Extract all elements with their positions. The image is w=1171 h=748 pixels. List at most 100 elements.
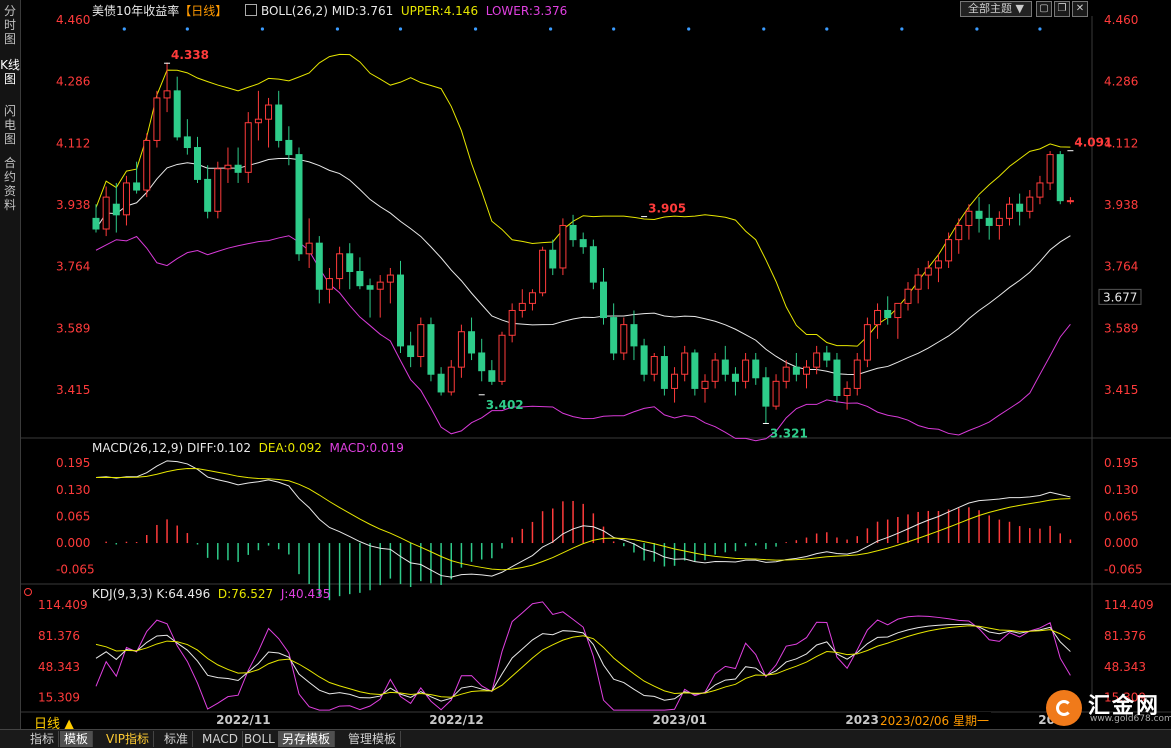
macd-left-tick: 0.195	[56, 456, 90, 470]
candle-body	[742, 359, 750, 382]
kdj-left-tick: 48.343	[38, 660, 80, 674]
candle-body	[133, 182, 141, 191]
extreme-label: 3.905	[648, 202, 686, 216]
candle-body	[762, 377, 770, 407]
x-tick-label: 2022/12	[429, 713, 483, 727]
candle-body	[254, 118, 262, 124]
current-price-label: 3.677	[1103, 290, 1137, 304]
left-tab-bar: 分时图 K线图 闪电图 合约资料	[0, 0, 21, 747]
tab-indicators[interactable]: 指标	[26, 731, 60, 747]
macd-right-tick: -0.065	[1104, 563, 1143, 577]
candle-body	[265, 104, 273, 120]
boll-label: BOLL(26,2)	[260, 4, 328, 18]
theme-select[interactable]: 全部主题 ▼	[960, 1, 1032, 17]
candle-body	[1026, 196, 1034, 212]
candle-body	[386, 274, 394, 283]
candle-body	[539, 249, 547, 294]
event-dot	[900, 27, 904, 31]
left-y-tick-label: 4.286	[56, 75, 90, 89]
tab-macd[interactable]: MACD	[198, 731, 243, 747]
candle-body	[610, 317, 618, 354]
extreme-label: 4.091	[1074, 136, 1112, 150]
candle-body	[711, 359, 719, 382]
macd-right-tick: 0.130	[1104, 483, 1138, 497]
candle-body	[934, 260, 942, 269]
candle-body	[589, 246, 597, 283]
restore-icon[interactable]: ❐	[1054, 1, 1070, 17]
tab-vip-indicators[interactable]: VIP指标	[102, 731, 154, 747]
candle-body	[559, 224, 567, 269]
candle-body	[620, 324, 628, 354]
kdj-settings-icon[interactable]	[24, 588, 32, 596]
right-y-tick-label: 3.938	[1104, 198, 1138, 212]
left-y-tick-label: 4.460	[56, 13, 90, 27]
candle-body	[803, 366, 810, 375]
tab-standard[interactable]: 标准	[160, 731, 194, 747]
candle-body	[924, 267, 932, 276]
kdj-right-tick: 114.409	[1104, 598, 1154, 612]
left-y-tick-label: 4.112	[56, 136, 90, 150]
kdj-right-tick: 81.376	[1104, 629, 1146, 643]
candle-body	[163, 90, 171, 99]
crosshair-date: 2023/02/06 星期一	[878, 712, 991, 729]
event-dot	[185, 27, 189, 31]
macd-left-tick: 0.065	[56, 509, 90, 523]
candle-body	[752, 359, 760, 379]
tab-timeshare[interactable]: 分时图	[0, 4, 20, 46]
candle-body	[417, 324, 425, 358]
candle-body	[914, 274, 922, 290]
right-y-tick-label: 3.764	[1104, 260, 1138, 274]
candle-body	[468, 331, 476, 354]
candle-body	[1036, 182, 1044, 198]
logo-url: www.gold678.com	[1090, 714, 1171, 724]
candle-body	[874, 309, 882, 326]
event-dot	[612, 27, 616, 31]
boll-lower: LOWER:3.376	[485, 4, 568, 18]
close-icon[interactable]: ✕	[1072, 1, 1088, 17]
tab-contract-info[interactable]: 合约资料	[0, 156, 20, 212]
candle-body	[772, 380, 780, 407]
tab-save-template[interactable]: 另存模板	[278, 731, 336, 747]
boll-upper-line	[95, 53, 1071, 347]
candle-body	[478, 352, 486, 372]
macd-dea: DEA:0.092	[258, 441, 322, 455]
right-y-tick-label: 3.589	[1104, 322, 1138, 336]
macd-right-tick: 0.000	[1104, 536, 1138, 550]
left-y-tick-label: 3.938	[56, 198, 90, 212]
macd-title: MACD(26,12,9) DIFF:0.102 DEA:0.092 MACD:…	[92, 441, 404, 455]
candle-body	[295, 154, 303, 255]
candle-body	[275, 104, 283, 141]
left-y-tick-label: 3.589	[56, 322, 90, 336]
extreme-label: 4.338	[171, 48, 209, 62]
candle-body	[366, 285, 374, 290]
candle-body	[1066, 200, 1074, 203]
left-y-tick-label: 3.415	[56, 383, 90, 397]
candle-body	[498, 334, 506, 382]
tab-manage-template[interactable]: 管理模板	[344, 731, 402, 747]
candle-body	[884, 309, 892, 319]
event-dot	[260, 27, 264, 31]
candle-body	[122, 182, 130, 216]
macd-right-tick: 0.065	[1104, 509, 1138, 523]
candle-body	[691, 352, 699, 389]
candle-body	[407, 345, 415, 358]
extreme-label: 3.402	[486, 398, 524, 412]
tab-kline[interactable]: K线图	[0, 58, 20, 86]
tab-flash[interactable]: 闪电图	[0, 104, 20, 146]
indicator-icon[interactable]	[245, 4, 258, 16]
macd-diff: DIFF:0.102	[186, 441, 252, 455]
chart-canvas: 4.460 4.4604.286 4.2864.112 4.1123.938 3.938…	[20, 13, 1171, 727]
candle-body	[823, 352, 831, 361]
boll-mid: MID:3.761	[331, 4, 394, 18]
tab-boll[interactable]: BOLL	[240, 731, 280, 747]
candle-body	[985, 217, 993, 226]
candle-body	[356, 271, 364, 287]
boll-upper: UPPER:4.146	[400, 4, 479, 18]
candle-body	[102, 196, 110, 230]
max-icon[interactable]: ▢	[1036, 1, 1052, 17]
candle-body	[173, 90, 181, 138]
kdj-k: K:64.496	[156, 587, 211, 601]
tab-template[interactable]: 模板	[60, 731, 94, 747]
candle-body	[346, 253, 354, 273]
candle-body	[701, 380, 709, 389]
